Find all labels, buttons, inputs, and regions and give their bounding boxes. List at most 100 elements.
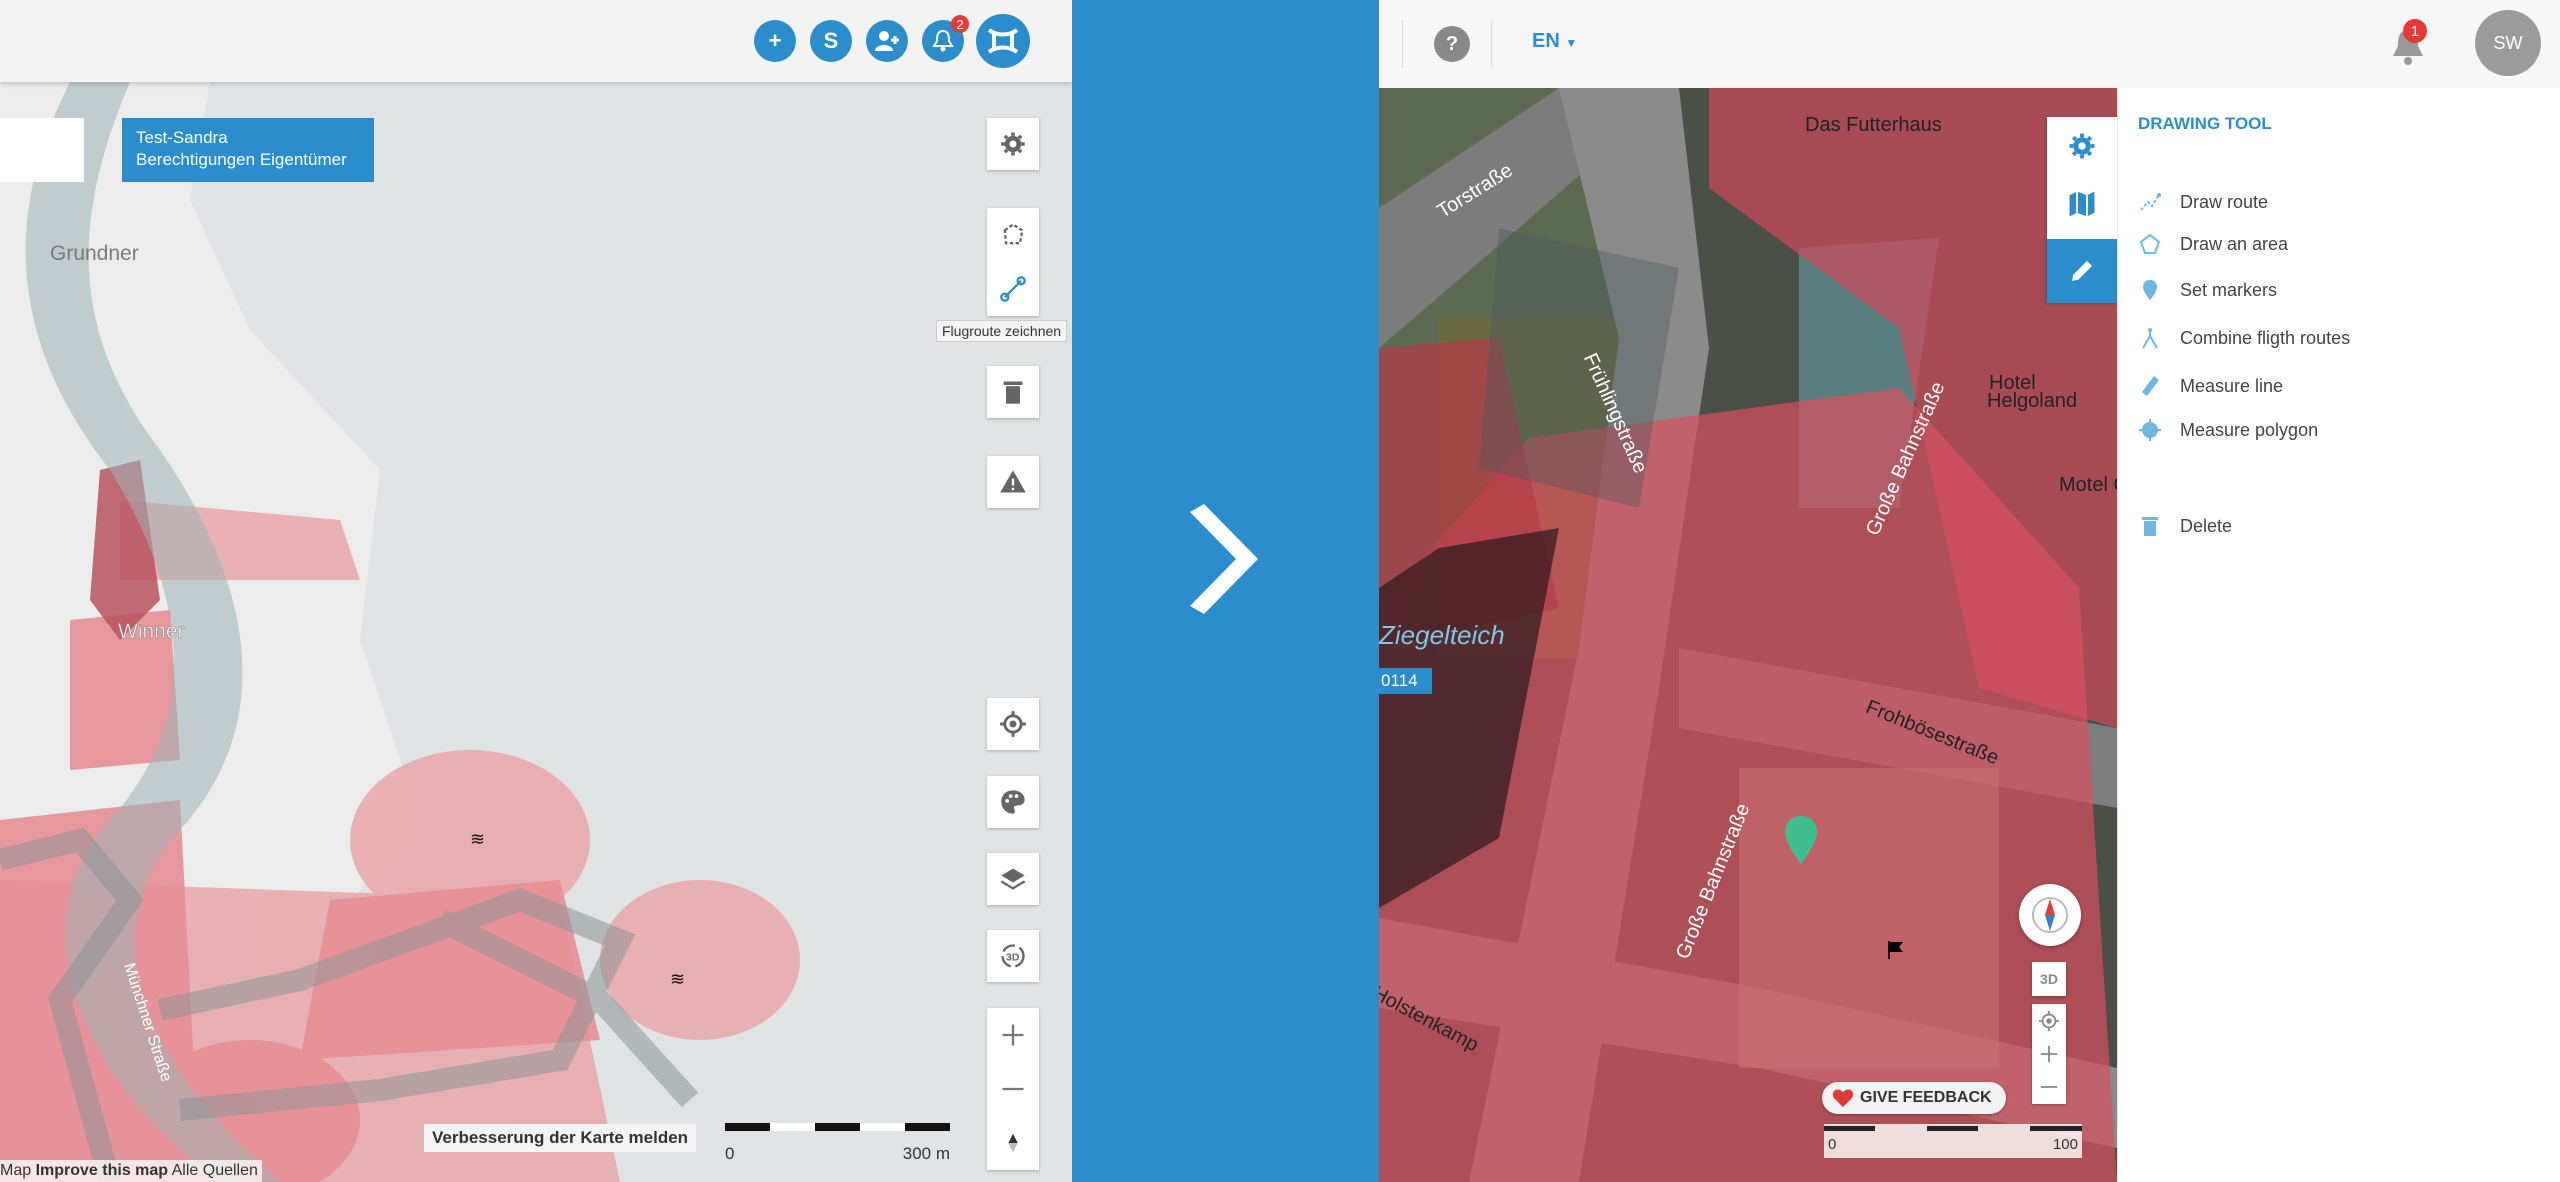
- polygon-icon: [2139, 233, 2161, 254]
- give-feedback-button[interactable]: GIVE FEEDBACK: [1822, 1082, 2006, 1114]
- north-arrow-icon[interactable]: [999, 1129, 1027, 1157]
- compass-icon: [2032, 897, 2068, 933]
- measure-polygon-label: Measure polygon: [2180, 419, 2319, 440]
- user-info-tooltip: Test-Sandra Berechtigungen Eigentümer: [122, 118, 374, 182]
- layers-button[interactable]: [987, 853, 1039, 905]
- style-button[interactable]: [987, 776, 1039, 828]
- compass-button[interactable]: [2019, 884, 2081, 946]
- map-label-grundner: Grundner: [50, 242, 139, 265]
- svg-text:3D: 3D: [1006, 952, 1020, 964]
- improve-map-link[interactable]: Improve this map: [36, 1162, 168, 1179]
- measure-line-label: Measure line: [2180, 375, 2284, 396]
- rotate-3d-icon: 3D: [1001, 944, 1025, 968]
- map-attribution: Map Improve this map Alle Quellen: [0, 1160, 262, 1182]
- measure-polygon-icon: [2139, 419, 2161, 441]
- help-button[interactable]: ?: [1434, 26, 1470, 62]
- warning-icon: [1000, 470, 1026, 493]
- tab-settings[interactable]: [2047, 117, 2117, 175]
- tab-map[interactable]: [2047, 175, 2117, 233]
- draw-tools-group: [987, 208, 1039, 316]
- right-zoom-controls: [2032, 1004, 2066, 1104]
- gear-icon: [1001, 132, 1025, 156]
- swim-icon: ≋: [670, 969, 685, 989]
- draw-area-label: Draw an area: [2180, 233, 2289, 254]
- combine-routes-label: Combine fligth routes: [2180, 327, 2351, 348]
- settings-button[interactable]: [987, 118, 1039, 170]
- layers-icon: [1000, 868, 1026, 890]
- map-tag: 0114: [1379, 668, 1432, 694]
- right-screenshot-panel: ? EN ▼ 1 SW Torstraße Das Futterhaus Frü…: [1379, 0, 2560, 1182]
- draw-route-item[interactable]: Draw route: [2138, 188, 2268, 216]
- route-tooltip: Flugroute zeichnen: [936, 320, 1068, 342]
- measure-polygon-item[interactable]: Measure polygon: [2138, 416, 2318, 444]
- map-label-ziegelteich: Ziegelteich: [1379, 620, 1505, 650]
- zoom-in-icon[interactable]: [2038, 1043, 2060, 1065]
- palette-icon: [1001, 790, 1025, 814]
- map-marker-icon[interactable]: [1782, 814, 1820, 866]
- measure-line-item[interactable]: Measure line: [2138, 372, 2283, 400]
- search-box[interactable]: [0, 118, 84, 182]
- locate-button[interactable]: [987, 698, 1039, 750]
- s-button[interactable]: S: [810, 20, 852, 62]
- crosshair-icon: [1000, 711, 1026, 737]
- warning-button[interactable]: [987, 456, 1039, 508]
- delete-button[interactable]: [987, 366, 1039, 418]
- delete-item[interactable]: Delete: [2138, 512, 2232, 540]
- set-markers-item[interactable]: Set markers: [2138, 276, 2277, 304]
- scale-end: 300 m: [902, 1144, 950, 1163]
- set-markers-label: Set markers: [2180, 279, 2278, 300]
- swim-icon: ≋: [470, 829, 485, 849]
- notification-badge: 1: [2403, 19, 2427, 43]
- draw-route-label: Draw route: [2180, 191, 2269, 212]
- left-screenshot-panel: Grundner Winner Münchner Straße ≋ ≋ + S …: [0, 0, 1072, 1182]
- language-label: EN: [1532, 30, 1560, 52]
- chevron-right-icon: [1190, 504, 1258, 614]
- attribution-map: Map: [0, 1162, 32, 1179]
- notification-badge: 2: [951, 15, 969, 33]
- scale-start: 0: [725, 1144, 735, 1163]
- add-user-button[interactable]: [866, 20, 908, 62]
- marker-icon: [2143, 280, 2157, 300]
- zoom-out-icon[interactable]: [999, 1075, 1027, 1103]
- zoom-in-icon[interactable]: [999, 1021, 1027, 1049]
- report-map-button[interactable]: Verbesserung der Karte melden: [424, 1124, 697, 1152]
- tooltip-permission: Berechtigungen Eigentümer: [136, 150, 347, 169]
- drone-logo-icon: [987, 28, 1019, 54]
- chevron-down-icon: ▼: [1565, 36, 1578, 50]
- sources-link[interactable]: Alle Quellen: [172, 1162, 258, 1179]
- polygon-draw-icon[interactable]: [999, 221, 1027, 249]
- left-map-canvas[interactable]: Grundner Winner Münchner Straße ≋ ≋: [0, 82, 1072, 1182]
- language-selector[interactable]: EN ▼: [1532, 30, 1577, 53]
- 3d-toggle-button[interactable]: 3D: [987, 930, 1039, 982]
- map-label-futterhaus: Das Futterhaus: [1805, 114, 1942, 136]
- flag-icon: [1888, 941, 1903, 959]
- give-feedback-label: GIVE FEEDBACK: [1860, 1089, 1992, 1106]
- trash-icon: [2142, 517, 2158, 536]
- trash-icon: [1003, 381, 1023, 404]
- right-scale-start: 0: [1828, 1136, 1837, 1153]
- route-draw-icon[interactable]: [999, 275, 1027, 303]
- tooltip-user-name: Test-Sandra: [136, 128, 228, 147]
- combine-routes-item[interactable]: Combine fligth routes: [2138, 324, 2350, 352]
- drawing-tool-title: DRAWING TOOL: [2138, 114, 2272, 133]
- add-user-icon: [875, 31, 899, 51]
- combine-icon: [2142, 328, 2158, 349]
- add-button[interactable]: +: [754, 20, 796, 62]
- app-logo-button[interactable]: [976, 14, 1030, 68]
- bell-icon: [932, 29, 954, 52]
- draw-area-item[interactable]: Draw an area: [2138, 230, 2288, 258]
- locate-icon[interactable]: [2038, 1010, 2060, 1032]
- route-icon: [2140, 193, 2161, 211]
- heart-icon: [1832, 1089, 1854, 1108]
- tab-drawing-tool[interactable]: [2047, 239, 2117, 303]
- map-label-helgoland: Helgoland: [1987, 390, 2078, 412]
- map-icon: [2069, 191, 2095, 217]
- right-scale-bar: 0 100: [1824, 1124, 2082, 1158]
- gear-icon: [2069, 133, 2095, 159]
- scale-bar: 0 300 m: [725, 1120, 950, 1164]
- zoom-out-icon[interactable]: [2038, 1076, 2060, 1098]
- right-scale-end: 100: [2052, 1136, 2078, 1153]
- user-avatar[interactable]: SW: [2475, 10, 2541, 76]
- drawing-tool-panel: DRAWING TOOL Draw route Draw an area Set…: [2117, 88, 2560, 1182]
- 3d-button[interactable]: 3D: [2032, 962, 2066, 996]
